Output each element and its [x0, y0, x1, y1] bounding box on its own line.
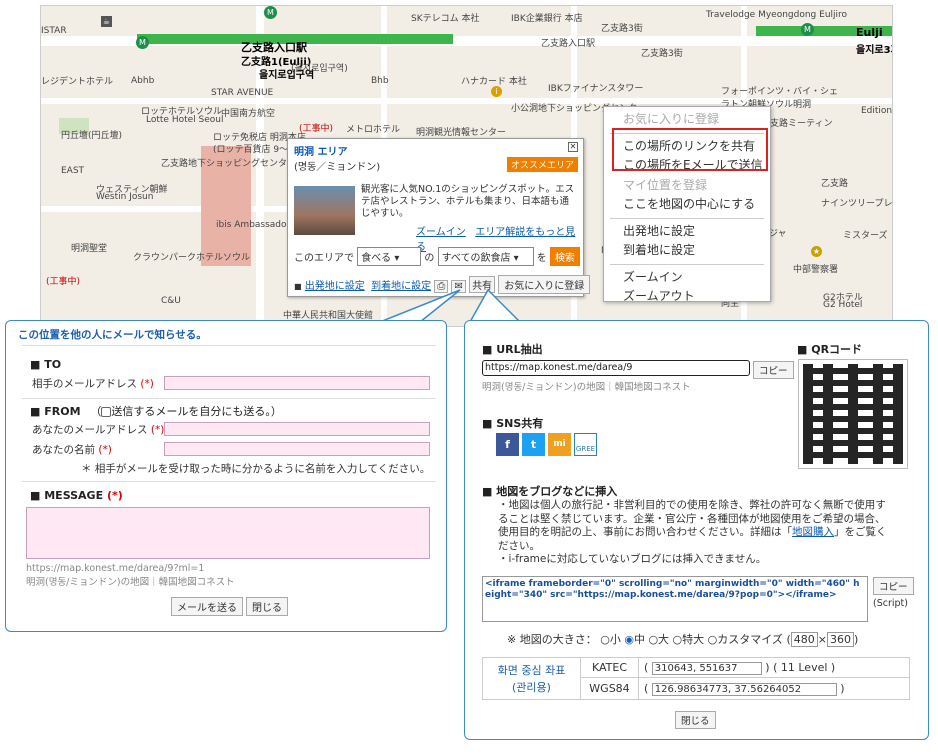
katec-label: KATEC [580, 657, 639, 678]
size-custom-label: カスタマイズ [717, 633, 783, 646]
required-marker: (*) [150, 424, 165, 436]
your-address-label-text: あなたのメールアドレス [32, 424, 148, 436]
sns-section-title: SNS共有 [496, 417, 544, 430]
size-medium-label: 中 [633, 633, 645, 646]
url-place: 明洞(명동/ミョンドン)の地図｜韓国地図コネスト [482, 382, 691, 393]
copy-self-label: 送信するメールを自分にも送る。） [111, 405, 282, 418]
size-radio-xlarge[interactable]: ○ [673, 633, 683, 646]
blog-section: ■ 地図をブログなどに挿入 [482, 485, 618, 498]
map-purchase-link[interactable]: 地図購入 [792, 526, 834, 538]
size-radio-custom[interactable]: ○ [708, 633, 718, 646]
iframe-code-field[interactable]: <iframe frameborder="0" scrolling="no" m… [482, 576, 868, 622]
mixi-icon[interactable]: mi [548, 433, 571, 456]
share-close-button[interactable]: 閉じる [675, 711, 716, 729]
qr-section-title: QRコード [811, 343, 863, 356]
coord-table: 화면 중심 좌표 (관리용) KATEC ( 310643, 551637 ) … [482, 657, 910, 700]
mail-url: https://map.konest.me/darea/9?ml=1 [26, 563, 205, 574]
qr-code [798, 359, 908, 469]
times-sign: × [817, 633, 827, 646]
url-section-title: URL抽出 [496, 343, 543, 356]
your-address-label: あなたのメールアドレス (*) [32, 422, 164, 437]
required-marker: (*) [98, 444, 112, 456]
wgs-label: WGS84 [580, 677, 639, 700]
mail-close-button[interactable]: 閉じる [246, 597, 289, 616]
send-mail-button[interactable]: メールを送る [171, 597, 243, 616]
qr-section: ■ QRコード [797, 343, 863, 356]
width-input[interactable]: 480 [790, 632, 818, 647]
size-xlarge-label: 特大 [682, 633, 705, 646]
iframe-notice: ・i-frameに対応していないブログには挿入できません。 [498, 553, 767, 565]
paren: ( [644, 660, 649, 674]
share-panel: ■ URL抽出 https://map.konest.me/darea/9 コピ… [464, 320, 929, 740]
url-section: ■ URL抽出 [482, 343, 543, 356]
iframe-copy-button[interactable]: コピー [873, 577, 914, 595]
twitter-icon[interactable]: t [522, 433, 545, 456]
message-textarea[interactable] [26, 507, 430, 559]
your-name-input[interactable] [164, 442, 430, 456]
url-copy-button[interactable]: コピー [753, 361, 794, 379]
blog-section-title: 地図をブログなどに挿入 [496, 485, 618, 498]
to-address-label: 相手のメールアドレス (*) [32, 376, 154, 391]
url-field[interactable]: https://map.konest.me/darea/9 [482, 360, 750, 376]
wgs-value[interactable]: 126.98634773, 37.56264052 [651, 682, 837, 696]
required-marker: (*) [140, 378, 154, 390]
script-label: (Script) [873, 598, 908, 609]
size-radio-medium[interactable]: ◉ [624, 633, 634, 646]
required-marker: (*) [106, 489, 123, 502]
your-name-label-text: あなたの名前 [32, 444, 95, 456]
paren: ) [840, 681, 845, 695]
coord-label: 화면 중심 좌표 (관리용) [482, 657, 581, 700]
katec-value[interactable]: 310643, 551637 [651, 661, 762, 675]
size-radio-large[interactable]: ○ [648, 633, 658, 646]
your-name-label: あなたの名前 (*) [32, 442, 112, 457]
mail-place: 明洞(명동/ミョンドン)の地図｜韓国地図コネスト [26, 577, 235, 588]
name-note: ＊ 相手がメールを受け取った時に分かるように名前を入力してください。 [81, 463, 431, 475]
size-paren: ) [853, 633, 859, 646]
your-address-input[interactable] [164, 422, 430, 436]
from-section: ■ FROM （送信するメールを自分にも送る。） [30, 405, 282, 418]
size-row: ※ 地図の大きさ： ○小 ◉中 ○大 ○特大 ○カスタマイズ (480 × 360) [507, 631, 858, 647]
size-large-label: 大 [658, 633, 670, 646]
to-address-label-text: 相手のメールアドレス [32, 378, 137, 390]
sns-section: ■ SNS共有 [482, 417, 544, 430]
mail-header: この位置を他の人にメールで知らせる。 [18, 329, 207, 341]
blog-notice: ・地図は個人の旅行記・非営利目的での使用を除き、弊社の許可なく無断で使用すること… [498, 499, 890, 567]
message-section-title: MESSAGE [44, 489, 104, 502]
paren: ) [765, 660, 770, 674]
to-address-input[interactable] [164, 376, 430, 390]
message-section: ■ MESSAGE (*) [30, 489, 123, 502]
size-label: ※ 地図の大きさ： [507, 633, 597, 646]
copy-paren: （ [90, 405, 102, 418]
size-small-label: 小 [609, 633, 621, 646]
mail-panel: この位置を他の人にメールで知らせる。 ■ TO 相手のメールアドレス (*) ■… [5, 320, 447, 632]
size-radio-small[interactable]: ○ [600, 633, 610, 646]
copy-self-checkbox[interactable] [101, 407, 112, 417]
to-section-title: TO [44, 358, 62, 371]
from-section-title: FROM [44, 405, 81, 418]
level-label: ( 11 Level ) [773, 660, 836, 674]
gree-icon[interactable]: GREE [574, 433, 597, 456]
to-section: ■ TO [30, 358, 62, 371]
facebook-icon[interactable]: f [496, 433, 519, 456]
paren: ( [644, 681, 649, 695]
height-input[interactable]: 360 [826, 632, 854, 647]
